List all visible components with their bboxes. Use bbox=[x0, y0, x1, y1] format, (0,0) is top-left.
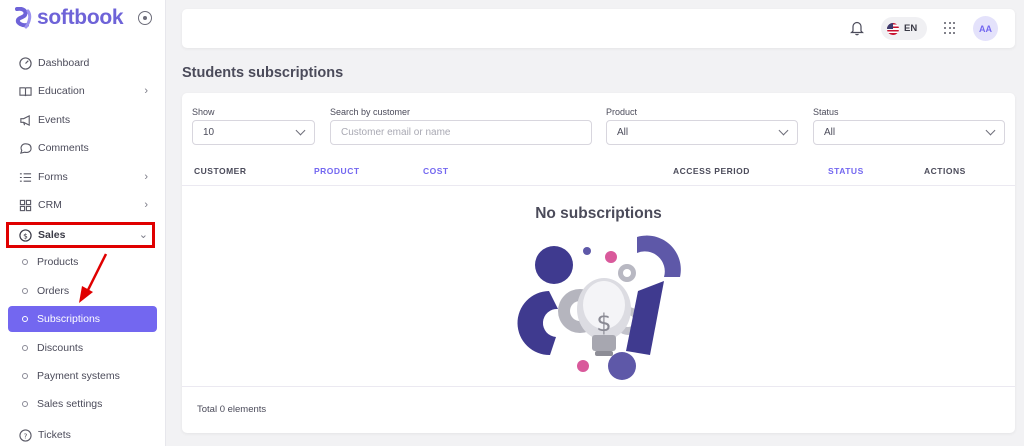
sidebar-item-forms[interactable]: Forms › bbox=[8, 164, 156, 190]
bullet-icon bbox=[22, 401, 28, 407]
page-title: Students subscriptions bbox=[182, 65, 344, 81]
column-header-actions: ACTIONS bbox=[924, 166, 966, 176]
sidebar-item-label: Sales bbox=[38, 229, 66, 241]
sidebar-subitem-sales-settings[interactable]: Sales settings bbox=[8, 391, 157, 417]
chevron-right-icon: › bbox=[144, 199, 148, 211]
svg-text:$: $ bbox=[23, 231, 28, 240]
chevron-right-icon: › bbox=[144, 171, 148, 183]
sidebar-subitem-label: Orders bbox=[37, 285, 70, 297]
sidebar-item-label: Education bbox=[38, 85, 85, 97]
sidebar-subitem-label: Payment systems bbox=[37, 370, 120, 382]
footer-divider bbox=[182, 386, 1015, 387]
product-select[interactable]: All bbox=[606, 120, 798, 145]
sidebar-subitem-label: Subscriptions bbox=[37, 313, 101, 325]
column-header-customer: CUSTOMER bbox=[194, 166, 247, 176]
svg-text:?: ? bbox=[23, 431, 27, 440]
brand-name: softbook bbox=[37, 6, 124, 29]
dollar-circle-icon: $ bbox=[18, 228, 32, 242]
bullet-icon bbox=[22, 373, 28, 379]
sidebar-subitem-label: Discounts bbox=[37, 342, 84, 354]
red-arrow-annotation-icon bbox=[79, 253, 108, 303]
sidebar-item-events[interactable]: Events bbox=[8, 107, 156, 133]
empty-state-illustration: $ bbox=[517, 235, 681, 380]
column-header-status[interactable]: STATUS bbox=[828, 166, 864, 176]
sidebar-subitem-payment-systems[interactable]: Payment systems bbox=[8, 363, 157, 389]
chevron-down-icon bbox=[985, 125, 996, 136]
total-count: Total 0 elements bbox=[197, 404, 267, 415]
top-navbar: EN AA bbox=[182, 9, 1015, 48]
apps-grid-icon[interactable] bbox=[944, 22, 956, 34]
sidebar-subitem-subscriptions[interactable]: Subscriptions bbox=[8, 306, 157, 332]
chevron-right-icon: › bbox=[144, 85, 148, 97]
sidebar-item-sales[interactable]: $ Sales ⌄ bbox=[8, 222, 156, 248]
subscriptions-card: Show 10 Search by customer Customer emai… bbox=[182, 93, 1015, 433]
column-header-product[interactable]: PRODUCT bbox=[314, 166, 360, 176]
sidebar-item-comments[interactable]: Comments bbox=[8, 135, 156, 161]
sidebar-collapse-toggle[interactable] bbox=[138, 11, 152, 25]
header-divider bbox=[182, 185, 1015, 186]
sidebar-item-label: Comments bbox=[38, 142, 89, 154]
help-circle-icon: ? bbox=[18, 428, 32, 442]
sidebar: softbook Dashboard Education › Events Co… bbox=[0, 0, 166, 446]
bullet-icon bbox=[22, 345, 28, 351]
sidebar-item-label: Dashboard bbox=[38, 57, 90, 69]
chevron-down-icon: ⌄ bbox=[138, 229, 148, 241]
chevron-down-icon bbox=[295, 125, 306, 136]
column-header-cost[interactable]: COST bbox=[423, 166, 449, 176]
sidebar-item-dashboard[interactable]: Dashboard bbox=[8, 50, 156, 76]
avatar[interactable]: AA bbox=[973, 16, 998, 41]
product-label: Product bbox=[606, 107, 638, 117]
language-code: EN bbox=[904, 23, 918, 34]
sidebar-item-tickets[interactable]: ? Tickets bbox=[8, 422, 156, 446]
softbook-logo-icon bbox=[15, 7, 32, 29]
bell-icon[interactable] bbox=[850, 20, 864, 36]
search-label: Search by customer bbox=[330, 107, 411, 117]
sidebar-item-label: Forms bbox=[38, 171, 68, 183]
empty-state-title: No subscriptions bbox=[535, 205, 662, 222]
sidebar-item-label: Events bbox=[38, 114, 71, 126]
sidebar-item-label: CRM bbox=[38, 199, 62, 211]
search-input[interactable]: Customer email or name bbox=[330, 120, 592, 145]
list-icon bbox=[18, 170, 32, 184]
show-select[interactable]: 10 bbox=[192, 120, 315, 145]
language-switcher[interactable]: EN bbox=[881, 17, 927, 40]
status-select[interactable]: All bbox=[813, 120, 1005, 145]
show-label: Show bbox=[192, 107, 215, 117]
grid-icon bbox=[18, 198, 32, 212]
sidebar-item-education[interactable]: Education › bbox=[8, 78, 156, 104]
status-value: All bbox=[824, 127, 836, 138]
sidebar-subitem-label: Sales settings bbox=[37, 398, 103, 410]
product-value: All bbox=[617, 127, 629, 138]
svg-text:$: $ bbox=[596, 309, 611, 337]
sidebar-item-label: Tickets bbox=[38, 429, 71, 441]
megaphone-icon bbox=[18, 113, 32, 127]
book-icon bbox=[18, 84, 32, 98]
column-header-access-period: ACCESS PERIOD bbox=[673, 166, 750, 176]
show-value: 10 bbox=[203, 127, 215, 138]
sidebar-subitem-label: Products bbox=[37, 256, 79, 268]
sidebar-subitem-discounts[interactable]: Discounts bbox=[8, 335, 157, 361]
chevron-down-icon bbox=[778, 125, 789, 136]
search-placeholder: Customer email or name bbox=[341, 127, 451, 138]
sidebar-item-crm[interactable]: CRM › bbox=[8, 192, 156, 218]
bullet-icon bbox=[22, 288, 28, 294]
status-label: Status bbox=[813, 107, 839, 117]
brand[interactable]: softbook bbox=[13, 6, 124, 30]
comment-icon bbox=[18, 141, 32, 155]
bullet-icon bbox=[22, 259, 28, 265]
bullet-icon bbox=[22, 316, 28, 322]
us-flag-icon bbox=[887, 22, 899, 35]
dashboard-icon bbox=[18, 56, 32, 70]
